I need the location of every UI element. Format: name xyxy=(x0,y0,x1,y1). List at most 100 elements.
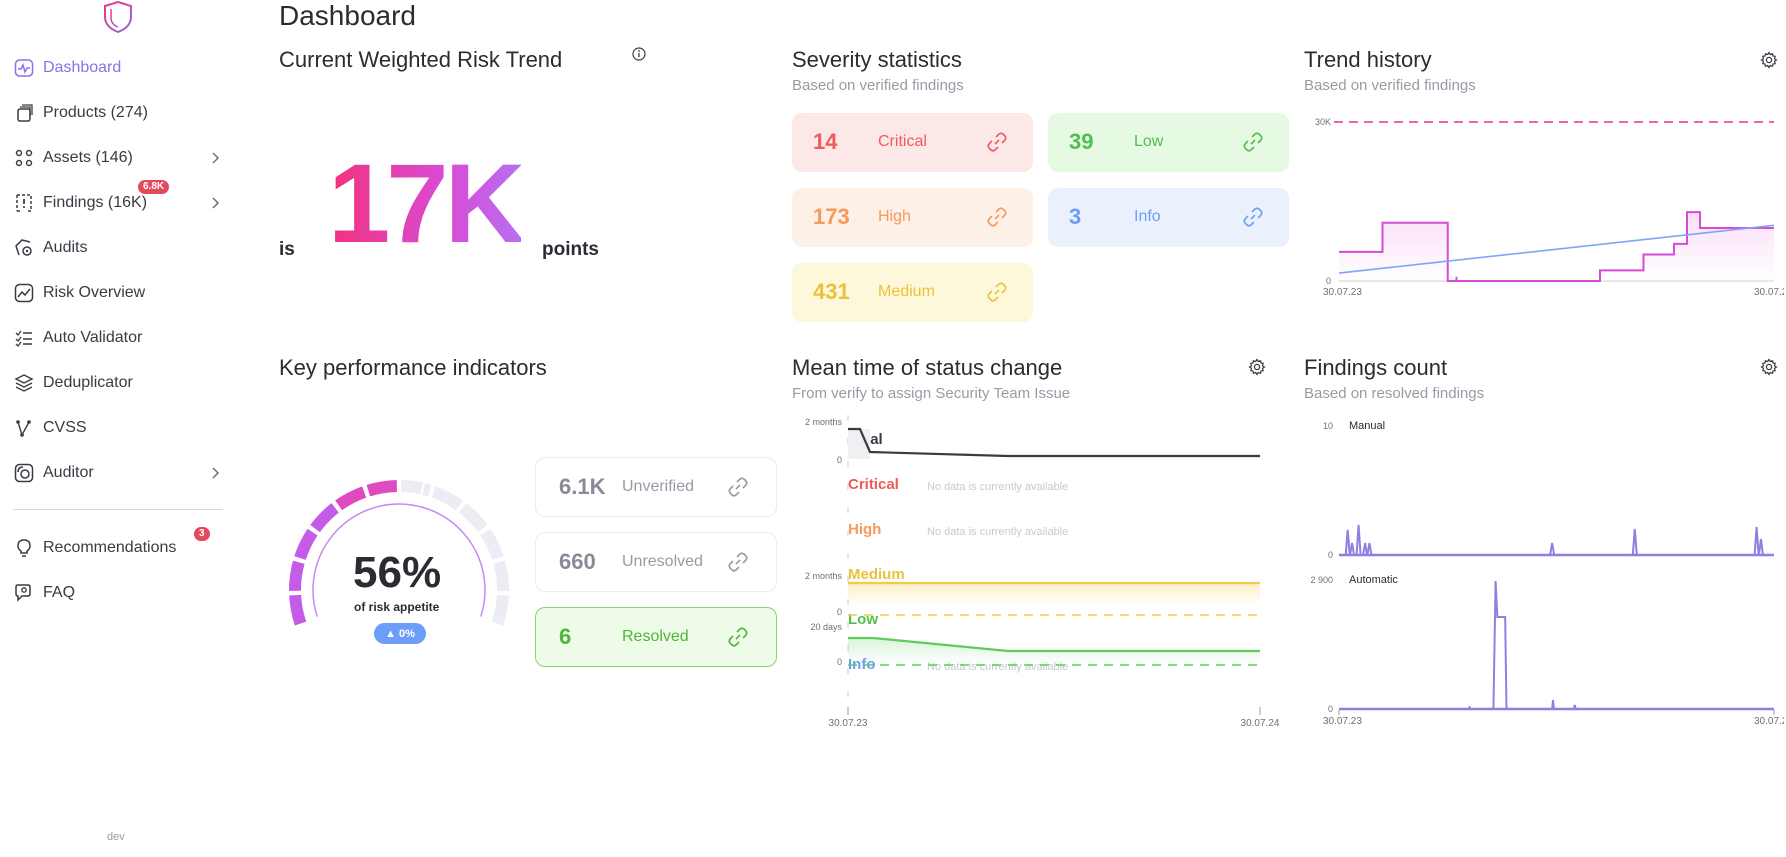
sidebar-item-recommendations[interactable]: Recommendations 3 xyxy=(13,527,223,563)
sidebar-item-cvss[interactable]: CVSS xyxy=(13,413,223,443)
y-tick-label: 0 xyxy=(837,657,842,667)
sidebar-item-label: Risk Overview xyxy=(43,284,146,301)
risk-prefix: is xyxy=(279,239,295,260)
severity-card-medium[interactable]: 431 Medium xyxy=(792,263,1033,322)
series-name: Automatic xyxy=(1349,574,1398,586)
manual-spike xyxy=(1753,526,1760,556)
link-icon[interactable] xyxy=(726,475,750,499)
shield-logo-icon[interactable] xyxy=(102,0,134,34)
severity-card-critical[interactable]: 14 Critical xyxy=(792,113,1033,172)
dashboard-icon xyxy=(13,57,35,79)
kpi-card-resolved[interactable]: 6 Resolved xyxy=(535,607,777,667)
sidebar-item-auto-validator[interactable]: Auto Validator xyxy=(13,323,223,353)
sidebar-item-label: Assets (146) xyxy=(43,149,133,166)
mean-time-settings-icon[interactable] xyxy=(1248,358,1266,376)
sidebar-item-findings[interactable]: Findings (16K) 6.8K xyxy=(13,180,223,218)
sidebar-item-assets[interactable]: Assets (146) xyxy=(13,143,223,173)
trend-history-chart: 30K 030.07.23 30.07.2 xyxy=(1315,117,1784,298)
severity-count: 3 xyxy=(1069,204,1082,229)
sidebar-item-label: Recommendations xyxy=(43,539,177,556)
gauge-segment xyxy=(491,594,509,626)
row-label: Low xyxy=(848,611,878,628)
sidebar-item-faq[interactable]: FAQ xyxy=(13,578,223,608)
sidebar-item-deduplicator[interactable]: Deduplicator xyxy=(13,368,223,398)
sidebar-item-risk-overview[interactable]: Risk Overview xyxy=(13,278,223,308)
sidebar-divider xyxy=(13,509,223,510)
kpi-label: Unverified xyxy=(622,478,695,495)
severity-card-high[interactable]: 173 High xyxy=(792,188,1033,247)
link-icon[interactable] xyxy=(1241,130,1265,154)
link-icon[interactable] xyxy=(985,205,1009,229)
row-label: Medium xyxy=(848,566,905,583)
findings-count-subtitle: Based on resolved findings xyxy=(1304,385,1485,402)
severity-card-info[interactable]: 3 Info xyxy=(1048,188,1289,247)
link-icon[interactable] xyxy=(985,280,1009,304)
chevron-right-icon xyxy=(212,467,220,479)
cvss-icon xyxy=(13,417,35,439)
info-icon[interactable] xyxy=(631,46,647,62)
sidebar-item-label: Products (274) xyxy=(43,104,148,121)
gauge-segment xyxy=(431,486,463,511)
series-name: Manual xyxy=(1349,420,1385,432)
auditor-icon xyxy=(13,462,35,484)
faq-icon xyxy=(13,582,35,604)
x-tick-label: 30.07.24 xyxy=(1241,718,1280,729)
risk-unit: points xyxy=(542,239,599,260)
row-label: High xyxy=(848,521,881,538)
no-data-text: No data is currently available xyxy=(927,481,1068,493)
environment-label: dev xyxy=(107,831,125,843)
kpi-card-unresolved[interactable]: 660 Unresolved xyxy=(535,532,777,592)
sidebar-item-products[interactable]: Products (274) xyxy=(13,98,223,128)
gauge-percentage: 56% xyxy=(353,548,442,597)
y-tick-label: 10 xyxy=(1323,421,1333,431)
gauge-segment xyxy=(400,480,432,497)
y-tick-label: 2 900 xyxy=(1310,575,1333,585)
page-title: Dashboard xyxy=(279,0,416,31)
auto-validator-icon xyxy=(13,327,35,349)
severity-label: Info xyxy=(1134,208,1161,225)
link-icon[interactable] xyxy=(726,550,750,574)
link-icon[interactable] xyxy=(726,625,750,649)
y-tick-label: 0 xyxy=(1328,550,1333,560)
gauge-segment xyxy=(289,560,305,591)
severity-card-low[interactable]: 39 Low xyxy=(1048,113,1289,172)
products-icon xyxy=(13,102,35,124)
risk-overview-icon xyxy=(13,282,35,304)
gauge-segment xyxy=(366,480,398,497)
chevron-right-icon xyxy=(212,152,220,164)
x-tick-label: 30.07.2 xyxy=(1754,287,1784,298)
manual-spike xyxy=(1344,529,1351,556)
x-tick-label: 30.07.23 xyxy=(1323,716,1362,727)
sidebar-item-auditor[interactable]: Auditor xyxy=(13,458,223,488)
y-tick-label: 0 xyxy=(1326,276,1331,286)
manual-spike xyxy=(1362,542,1369,556)
total-line xyxy=(848,427,1260,458)
medium-area xyxy=(848,583,1260,605)
link-icon[interactable] xyxy=(985,130,1009,154)
gauge-segment xyxy=(493,560,509,591)
y-tick-label: 0 xyxy=(837,455,842,465)
severity-count: 39 xyxy=(1069,129,1094,154)
mean-time-subtitle: From verify to assign Security Team Issu… xyxy=(792,385,1071,402)
sidebar-item-label: CVSS xyxy=(43,419,87,436)
severity-title: Severity statistics xyxy=(792,47,962,72)
audits-icon xyxy=(13,237,35,259)
row-label: Critical xyxy=(848,476,899,493)
findings-count-chart: Manual 10 0 Automatic 2 900 0 30.07.23 30.07.2 xyxy=(1310,420,1784,727)
trend-history-title: Trend history xyxy=(1304,47,1432,72)
y-tick-label: 2 months xyxy=(805,417,843,427)
findings-count-settings-icon[interactable] xyxy=(1760,358,1778,376)
manual-spike xyxy=(1631,528,1638,556)
gauge-segment xyxy=(480,528,504,561)
risk-value: 17K xyxy=(328,141,525,266)
mean-time-title: Mean time of status change xyxy=(792,355,1063,380)
sidebar-item-audits[interactable]: Audits xyxy=(13,233,223,263)
link-icon[interactable] xyxy=(1241,205,1265,229)
kpi-count: 6.1K xyxy=(559,474,606,499)
trend-history-settings-icon[interactable] xyxy=(1760,51,1778,69)
manual-spike xyxy=(1366,542,1373,556)
deduplicator-icon xyxy=(13,372,35,394)
kpi-card-unverified[interactable]: 6.1K Unverified xyxy=(535,457,777,517)
sidebar-item-dashboard[interactable]: Dashboard xyxy=(13,53,223,83)
y-tick-label: 2 months xyxy=(805,571,843,581)
